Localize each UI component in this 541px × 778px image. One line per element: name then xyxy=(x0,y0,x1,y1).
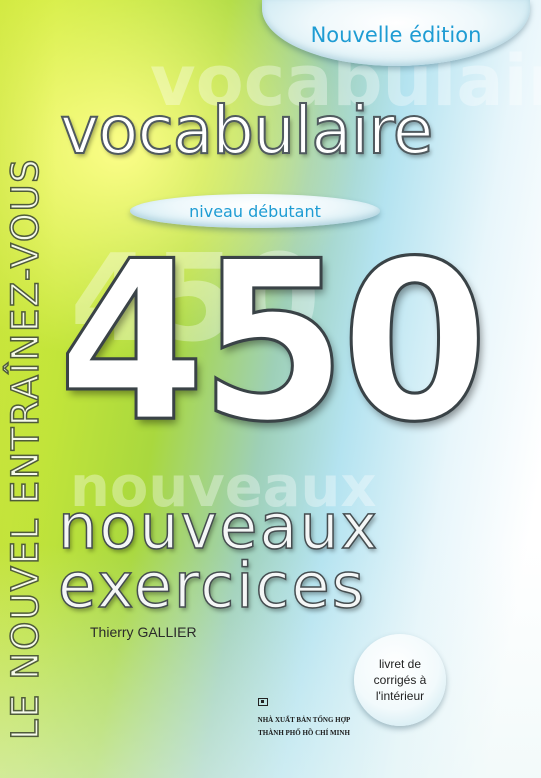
answer-key-badge: livret de corrigés à l'intérieur xyxy=(354,634,446,726)
publisher-name-line-2: THÀNH PHỐ HỒ CHÍ MINH xyxy=(258,729,350,737)
book-cover: vocabulaire 450 nouveaux LE NOUVEL ENTRA… xyxy=(0,0,541,778)
answer-key-label: livret de corrigés à l'intérieur xyxy=(373,656,427,704)
publisher-logo-icon xyxy=(258,698,268,706)
publisher-name-line-1: NHÀ XUẤT BẢN TỔNG HỢP xyxy=(257,716,351,724)
author-name: Thierry GALLIER xyxy=(90,624,197,640)
exercise-count: 450 xyxy=(57,213,491,471)
edition-label: Nouvelle édition xyxy=(310,23,482,47)
series-name: LE NOUVEL ENTRAÎNEZ-VOUS xyxy=(3,157,48,741)
subtitle-line-2: exercices xyxy=(57,549,366,622)
book-title: vocabulaire xyxy=(59,91,434,170)
